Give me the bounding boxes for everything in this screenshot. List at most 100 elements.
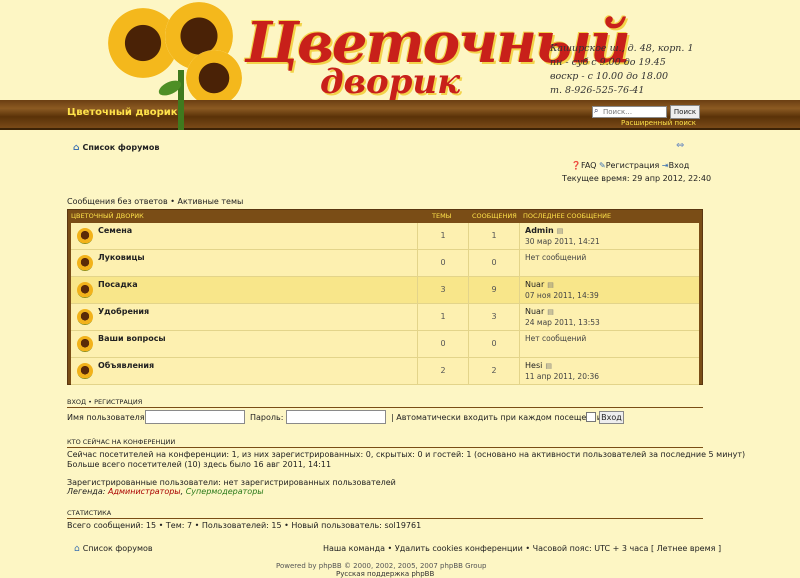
- autologin-checkbox[interactable]: [586, 412, 596, 422]
- legend: Легенда: Администраторы, Супермодераторы: [67, 487, 264, 496]
- forum-topics-count: 3: [417, 277, 468, 303]
- logo-subtitle: дворик: [320, 62, 461, 102]
- forum-posts-count: 1: [468, 223, 519, 249]
- forum-sunflower-icon: [77, 282, 93, 298]
- forum-posts-count: 0: [468, 250, 519, 276]
- forum-posts-count: 9: [468, 277, 519, 303]
- last-post-author-link[interactable]: Admin: [525, 226, 554, 235]
- forum-row: Удобрения 1 3 Nuar ▤ 24 мар 2011, 13:53: [71, 304, 699, 331]
- last-post-cell: Нет сообщений: [519, 331, 700, 357]
- advanced-search-link[interactable]: Расширенный поиск: [621, 119, 696, 127]
- forum-title-link[interactable]: Посадка: [98, 280, 138, 289]
- user-links: ❓FAQ ✎Регистрация ⇥Вход: [571, 161, 689, 170]
- no-posts-text: Нет сообщений: [525, 334, 587, 343]
- view-latest-post-icon[interactable]: ▤: [545, 362, 552, 370]
- view-latest-post-icon[interactable]: ▤: [557, 227, 564, 235]
- password-label: Пароль:: [250, 413, 284, 422]
- last-post-date: 11 апр 2011, 20:36: [525, 372, 600, 381]
- powered-by: Powered by phpBB © 2000, 2002, 2005, 200…: [276, 562, 487, 570]
- footer-links[interactable]: Наша команда • Удалить cookies конференц…: [323, 544, 721, 553]
- legend-admins-link[interactable]: Администраторы: [108, 487, 181, 496]
- faq-link[interactable]: FAQ: [581, 161, 597, 170]
- login-button[interactable]: Вход: [599, 411, 624, 424]
- registered-users-text: Зарегистрированные пользователи: нет зар…: [67, 478, 396, 487]
- home-icon: ⌂: [74, 544, 80, 554]
- last-post-date: 24 мар 2011, 13:53: [525, 318, 600, 327]
- forum-title-link[interactable]: Семена: [98, 226, 132, 235]
- forum-title-link[interactable]: Удобрения: [98, 307, 149, 316]
- autologin-label: | Автоматически входить при каждом посещ…: [391, 413, 602, 422]
- forum-topics-count: 1: [417, 304, 468, 330]
- forum-row: Объявления 2 2 Hesi ▤ 11 апр 2011, 20:36: [71, 358, 699, 385]
- category-header[interactable]: Цветочный дворик: [71, 210, 144, 222]
- unanswered-link[interactable]: Сообщения без ответов: [67, 197, 168, 206]
- search-input[interactable]: [592, 106, 667, 118]
- active-topics-link[interactable]: Активные темы: [177, 197, 243, 206]
- view-latest-post-icon[interactable]: ▤: [547, 308, 554, 316]
- login-link[interactable]: Вход: [669, 161, 690, 170]
- register-link[interactable]: Регистрация: [606, 161, 660, 170]
- register-icon: ✎: [599, 161, 606, 170]
- username-input[interactable]: [145, 410, 245, 424]
- sunflower-stem: [178, 100, 184, 130]
- last-post-date: 07 ноя 2011, 14:39: [525, 291, 599, 300]
- last-post-author: Admin ▤: [525, 226, 563, 235]
- last-post-date: 30 мар 2011, 14:21: [525, 237, 600, 246]
- forum-list: Цветочный дворик Темы Сообщения Последне…: [67, 209, 703, 385]
- last-post-author: Nuar ▤: [525, 307, 554, 316]
- footer-forum-index[interactable]: ⌂ Список форумов: [74, 544, 153, 554]
- last-post-author-link[interactable]: Nuar: [525, 280, 544, 289]
- view-latest-post-icon[interactable]: ▤: [547, 281, 554, 289]
- font-resize-icon[interactable]: ⇔: [676, 140, 684, 151]
- forum-posts-count: 3: [468, 304, 519, 330]
- online-section-title: Кто сейчас на конференции: [67, 438, 176, 446]
- password-input[interactable]: [286, 410, 386, 424]
- forum-topics-count: 2: [417, 358, 468, 384]
- legend-mods-link[interactable]: Супермодераторы: [186, 487, 264, 496]
- forum-row: Ваши вопросы 0 0 Нет сообщений: [71, 331, 699, 358]
- search-button[interactable]: Поиск: [670, 105, 700, 119]
- site-name-link[interactable]: Цветочный дворик: [67, 107, 178, 118]
- login-divider: [67, 407, 703, 408]
- home-icon: ⌂: [73, 143, 80, 153]
- contact-phone: т. 8-926-525-76-41: [550, 85, 645, 96]
- stats-section-title: Статистика: [67, 509, 112, 517]
- contact-address: Каширское ш., д. 48, корп. 1: [550, 43, 694, 54]
- forum-sunflower-icon: [77, 363, 93, 379]
- login-icon: ⇥: [661, 161, 669, 170]
- online-divider: [67, 447, 703, 448]
- last-post-author-link[interactable]: Hesi: [525, 361, 542, 370]
- legend-label: Легенда:: [67, 487, 106, 496]
- login-section-title[interactable]: Вход • Регистрация: [67, 398, 142, 406]
- last-post-author: Nuar ▤: [525, 280, 554, 289]
- last-post-cell: Нет сообщений: [519, 250, 700, 276]
- quick-links: Сообщения без ответов • Активные темы: [67, 197, 244, 206]
- last-post-author: Hesi ▤: [525, 361, 552, 370]
- last-post-header: Последнее сообщение: [523, 212, 612, 220]
- no-posts-text: Нет сообщений: [525, 253, 587, 262]
- forum-title-link[interactable]: Ваши вопросы: [98, 334, 166, 343]
- forum-sunflower-icon: [77, 255, 93, 271]
- forum-sunflower-icon: [77, 228, 93, 244]
- last-post-author-link[interactable]: Nuar: [525, 307, 544, 316]
- forum-sunflower-icon: [77, 336, 93, 352]
- contact-hours-sunday: воскр - с 10.00 до 18.00: [550, 71, 669, 82]
- last-post-cell: Nuar ▤ 24 мар 2011, 13:53: [519, 304, 700, 330]
- forum-title-link[interactable]: Объявления: [98, 361, 154, 370]
- header: Цветочный дворик Каширское ш., д. 48, ко…: [0, 0, 800, 130]
- breadcrumb-label: Список форумов: [82, 143, 160, 152]
- legend-separator: ,: [180, 487, 184, 496]
- stats-text: Всего сообщений: 15 • Тем: 7 • Пользоват…: [67, 521, 422, 530]
- forum-posts-count: 2: [468, 358, 519, 384]
- header-divider: [0, 128, 800, 130]
- last-post-cell: Admin ▤ 30 мар 2011, 14:21: [519, 223, 700, 249]
- breadcrumb-forum-index[interactable]: ⌂ Список форумов: [73, 143, 159, 153]
- forum-title-link[interactable]: Луковицы: [98, 253, 145, 262]
- forum-topics-count: 1: [417, 223, 468, 249]
- contact-hours-weekday: пн - суб с 9.00 до 19.45: [550, 57, 666, 68]
- forum-list-header: Цветочный дворик Темы Сообщения Последне…: [68, 210, 702, 222]
- last-post-cell: Hesi ▤ 11 апр 2011, 20:36: [519, 358, 700, 384]
- forum-sunflower-icon: [77, 309, 93, 325]
- stats-divider: [67, 518, 703, 519]
- faq-icon: ❓: [571, 161, 581, 170]
